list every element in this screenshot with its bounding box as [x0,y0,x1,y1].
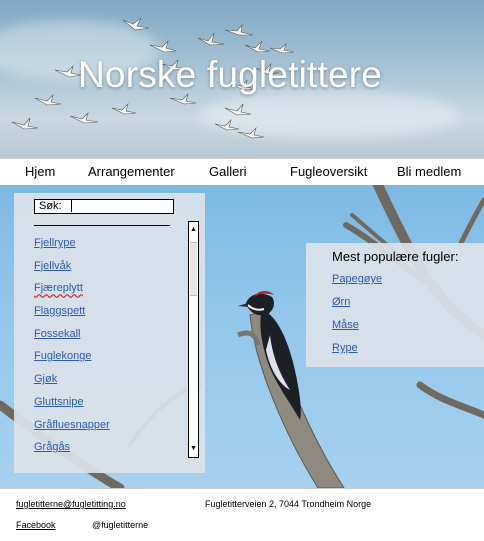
popular-link-mase[interactable]: Måse [332,319,359,331]
bird-link-fjellvak[interactable]: Fjellvåk [34,260,71,272]
nav-item-become-member[interactable]: Bli medlem [397,164,461,179]
bird-link-grafluesnapper[interactable]: Gråfluesnapper [34,419,110,431]
popular-birds-panel: Mest populære fugler: Papegøye Ørn Måse … [306,243,484,367]
list-item: Gluttsnipe [34,396,110,419]
nav-item-events[interactable]: Arrangementer [88,164,175,179]
footer-email-link[interactable]: fugletitterne@fugletitting.no [16,499,126,509]
popular-link-papegoye[interactable]: Papegøye [332,273,382,285]
bird-link-fjaereplytt[interactable]: Fjæreplytt [34,282,83,294]
list-item: Rype [332,342,382,365]
scroll-down-arrow-icon[interactable]: ▼ [189,443,198,455]
bird-link-fjellrype[interactable]: Fjellrype [34,237,76,249]
nav-item-gallery[interactable]: Galleri [209,164,247,179]
popular-link-rype[interactable]: Rype [332,342,358,354]
list-item: Grågås [34,441,110,464]
site-title: Norske fugletittere [78,54,383,95]
bird-link-gjok[interactable]: Gjøk [34,373,57,385]
list-item: Fuglekonge [34,350,110,373]
search-divider [34,225,170,226]
bird-link-fossekall[interactable]: Fossekall [34,328,80,340]
woodpecker-bird [238,291,301,420]
search-input[interactable] [71,199,172,212]
list-item: Gråfluesnapper [34,419,110,442]
bird-search-panel: Søk: Fjellrype Fjellvåk Fjæreplytt Flagg… [14,193,205,473]
hero-photo-area: Søk: Fjellrype Fjellvåk Fjæreplytt Flagg… [0,185,484,488]
bird-link-gluttsnipe[interactable]: Gluttsnipe [34,396,84,408]
popular-heading: Mest populære fugler: [332,249,459,264]
scroll-thumb[interactable] [190,242,197,296]
list-item: Fjæreplytt [34,282,110,305]
footer-facebook-link[interactable]: Facebook [16,520,56,530]
bird-list-scrollbar[interactable]: ▲ ▼ [188,221,199,458]
list-item: Flaggspett [34,305,110,328]
nav-item-bird-overview[interactable]: Fugleoversikt [290,164,367,179]
header-banner: Norske fugletittere [0,0,484,158]
search-box: Søk: [34,199,174,214]
list-item: Fjellvåk [34,260,110,283]
footer-address: Fugletitterveien 2, 7044 Trondheim Norge [205,499,372,509]
bird-list: Fjellrype Fjellvåk Fjæreplytt Flaggspett… [34,237,110,464]
footer: fugletitterne@fugletitting.no Fugletitte… [0,488,484,541]
popular-link-orn[interactable]: Ørn [332,296,350,308]
popular-list: Papegøye Ørn Måse Rype [332,273,382,365]
list-item: Ørn [332,296,382,319]
bird-link-flaggspett[interactable]: Flaggspett [34,305,85,317]
footer-social-handle: @fugletitterne [92,520,149,530]
list-item: Fjellrype [34,237,110,260]
scroll-up-arrow-icon[interactable]: ▲ [189,224,198,236]
bird-link-fuglekonge[interactable]: Fuglekonge [34,350,92,362]
search-label: Søk: [39,200,62,212]
list-item: Måse [332,319,382,342]
bird-link-gragas[interactable]: Grågås [34,441,70,453]
main-navigation: Hjem Arrangementer Galleri Fugleoversikt… [0,158,484,186]
nav-item-home[interactable]: Hjem [25,164,55,179]
list-item: Papegøye [332,273,382,296]
list-item: Gjøk [34,373,110,396]
list-item: Fossekall [34,328,110,351]
